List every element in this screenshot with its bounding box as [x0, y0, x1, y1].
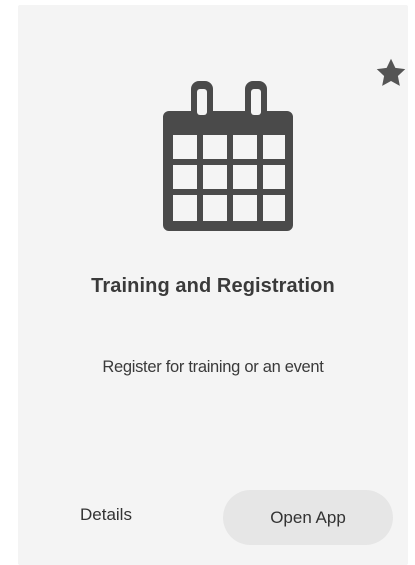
open-app-button[interactable]: Open App	[223, 490, 393, 545]
calendar-icon	[163, 81, 293, 231]
app-title: Training and Registration	[91, 275, 335, 297]
star-icon[interactable]	[373, 55, 409, 91]
app-description: Register for training or an event	[102, 358, 324, 376]
app-card: Training and Registration Register for t…	[18, 5, 408, 565]
details-link[interactable]: Details	[80, 505, 132, 525]
